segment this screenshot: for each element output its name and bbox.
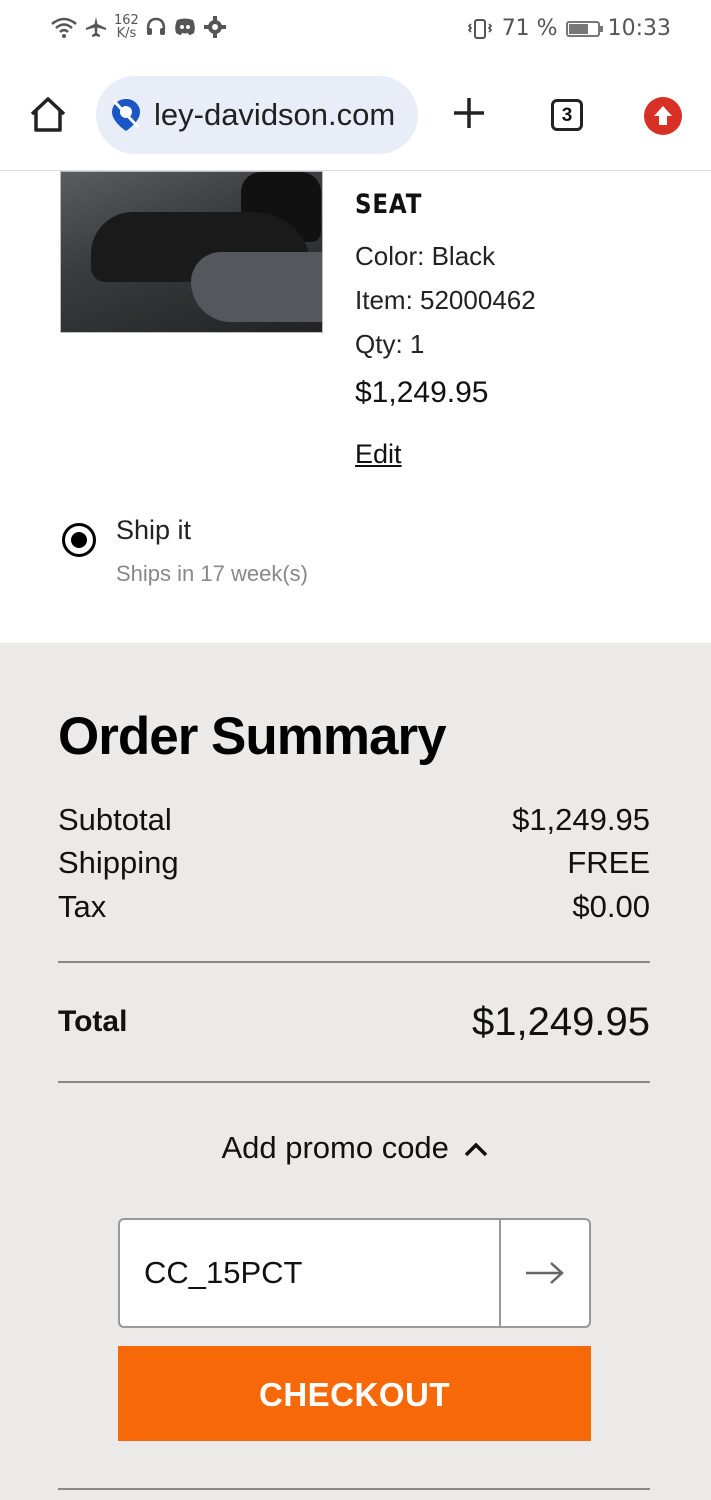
ship-it-radio[interactable] bbox=[62, 523, 96, 557]
bottom-divider bbox=[58, 1488, 650, 1490]
address-bar[interactable]: ley-davidson.com bbox=[96, 76, 418, 154]
product-color: Color: Black bbox=[355, 241, 496, 271]
vibrate-icon bbox=[467, 18, 492, 39]
status-icons-left: 162 K/s bbox=[50, 14, 227, 40]
product-qty: Qty: 1 bbox=[355, 329, 425, 359]
chevron-up-icon bbox=[464, 1142, 487, 1157]
ship-eta: Ships in 17 week(s) bbox=[116, 561, 308, 586]
tax-value: $0.00 bbox=[572, 889, 650, 924]
subtotal-label: Subtotal bbox=[58, 802, 172, 837]
product-image[interactable] bbox=[60, 171, 323, 333]
product-price: $1,249.95 bbox=[355, 376, 489, 409]
promo-code-input[interactable] bbox=[120, 1220, 504, 1326]
order-summary-title: Order Summary bbox=[58, 707, 447, 766]
airplane-icon bbox=[86, 17, 106, 37]
headset-icon bbox=[146, 17, 166, 35]
shipping-label: Shipping bbox=[58, 845, 179, 880]
shipping-value: FREE bbox=[567, 845, 650, 880]
arrow-right-icon bbox=[526, 1262, 564, 1284]
ship-it-label[interactable]: Ship it bbox=[116, 515, 191, 546]
battery-icon bbox=[565, 20, 603, 37]
checkout-button[interactable]: CHECKOUT bbox=[118, 1346, 591, 1441]
status-icons-right: 71 % 10:33 bbox=[466, 16, 671, 41]
product-item-number: Item: 52000462 bbox=[355, 285, 536, 315]
home-icon[interactable] bbox=[26, 92, 70, 136]
site-info-icon[interactable] bbox=[108, 97, 144, 133]
url-text: ley-davidson.com bbox=[154, 97, 396, 132]
product-title[interactable]: SEAT bbox=[355, 189, 422, 220]
battery-level-fill bbox=[568, 23, 589, 34]
gear-icon bbox=[203, 16, 226, 38]
promo-code-form bbox=[118, 1218, 591, 1328]
tax-label: Tax bbox=[58, 889, 107, 924]
net-speed: 162 K/s bbox=[114, 13, 139, 41]
plus-icon bbox=[454, 98, 484, 128]
arrow-up-icon bbox=[654, 106, 672, 125]
total-divider bbox=[58, 1081, 650, 1083]
subtotal-value: $1,249.95 bbox=[512, 802, 650, 837]
edit-link[interactable]: Edit bbox=[355, 439, 402, 470]
cart-item-card: SEAT Color: Black Item: 52000462 Qty: 1 … bbox=[0, 171, 711, 643]
battery-percent: 71 % bbox=[501, 16, 558, 41]
side-panel bbox=[191, 252, 322, 322]
clock: 10:33 bbox=[607, 16, 671, 41]
wifi-icon bbox=[51, 17, 77, 38]
promo-code-toggle[interactable]: Add promo code bbox=[0, 1130, 711, 1166]
new-tab-button[interactable] bbox=[450, 94, 488, 138]
status-bar: 162 K/s 71 % 10:33 bbox=[0, 0, 711, 62]
total-label: Total bbox=[58, 1005, 128, 1038]
apply-promo-button[interactable] bbox=[499, 1220, 589, 1326]
discord-icon bbox=[175, 18, 195, 35]
update-button[interactable] bbox=[644, 97, 682, 135]
tab-switcher-button[interactable]: 3 bbox=[551, 99, 583, 131]
promo-toggle-label: Add promo code bbox=[221, 1130, 449, 1165]
summary-divider bbox=[58, 961, 650, 963]
total-value: $1,249.95 bbox=[472, 1000, 650, 1044]
browser-toolbar: ley-davidson.com 3 bbox=[0, 62, 711, 171]
